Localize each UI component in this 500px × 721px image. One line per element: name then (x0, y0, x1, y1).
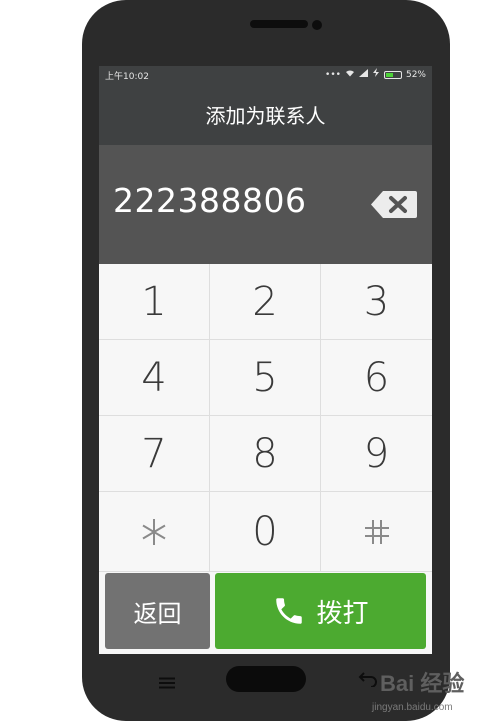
baidu-jingyan-watermark: Bai 经验 jingyan.baidu.com (372, 666, 498, 718)
page-title: 添加为联系人 (205, 103, 326, 128)
hash-icon (364, 519, 389, 544)
watermark-logo: Bai 经验 (380, 671, 465, 696)
key-4[interactable]: 4 (99, 340, 210, 416)
asterisk-icon (142, 518, 166, 545)
front-camera (312, 20, 322, 30)
charging-icon (372, 68, 379, 81)
key-2[interactable]: 2 (210, 264, 321, 340)
battery-level-fill (385, 72, 394, 77)
key-0[interactable]: 0 (210, 492, 321, 572)
earpiece-speaker (250, 20, 308, 28)
dialed-number: 222388806 (113, 181, 307, 220)
back-button-label: 返回 (133, 599, 182, 628)
back-button[interactable]: 返回 (105, 573, 210, 649)
number-display: 222388806 (99, 145, 432, 264)
wifi-icon (345, 69, 355, 81)
action-row: 返回 拨打 (99, 572, 432, 654)
key-5[interactable]: 5 (210, 340, 321, 416)
battery-percent: 52% (405, 69, 426, 80)
signal-icon (358, 68, 369, 81)
key-9[interactable]: 9 (321, 416, 432, 492)
status-icons: ••• 52% (325, 68, 426, 81)
backspace-icon (371, 191, 417, 218)
page-title-bar: 添加为联系人 (99, 83, 432, 145)
key-3[interactable]: 3 (321, 264, 432, 340)
phone-icon (276, 598, 303, 624)
key-8[interactable]: 8 (210, 416, 321, 492)
status-bar: 上午10:02 ••• 52% (99, 66, 432, 83)
battery-icon (383, 70, 402, 79)
key-star[interactable] (99, 492, 210, 572)
key-hash[interactable] (321, 492, 432, 572)
dial-keypad: 1 2 3 4 5 6 7 8 9 0 (99, 264, 432, 572)
watermark-url: jingyan.baidu.com (372, 702, 453, 713)
key-7[interactable]: 7 (99, 416, 210, 492)
phone-screen: 上午10:02 ••• 52% 添加为联系人 222388806 1 2 3 4… (99, 66, 432, 654)
dial-button[interactable]: 拨打 (215, 573, 426, 649)
key-6[interactable]: 6 (321, 340, 432, 416)
key-1[interactable]: 1 (99, 264, 210, 340)
home-button[interactable] (226, 666, 306, 692)
dial-button-label: 拨打 (316, 598, 369, 629)
backspace-button[interactable] (369, 188, 419, 221)
menu-button[interactable] (158, 674, 176, 689)
status-time: 上午10:02 (105, 72, 149, 82)
dots-icon: ••• (325, 69, 341, 80)
menu-icon (159, 677, 175, 689)
